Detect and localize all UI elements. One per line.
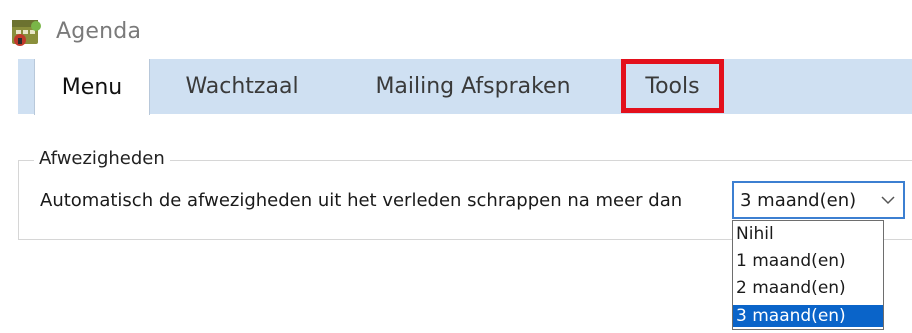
retention-period-select[interactable]: 3 maand(en) [732, 181, 905, 219]
option-2-maand[interactable]: 2 maand(en) [733, 277, 883, 299]
option-3-maand[interactable]: 3 maand(en) [733, 305, 883, 327]
tab-tools[interactable]: Tools [621, 59, 724, 113]
tab-strip: Menu Wachtzaal Mailing Afspraken Tools [18, 59, 912, 115]
chevron-down-icon [881, 196, 895, 205]
option-1-maand[interactable]: 1 maand(en) [733, 250, 883, 272]
retention-period-value: 3 maand(en) [740, 189, 857, 211]
auto-delete-absences-label: Automatisch de afwezigheden uit het verl… [40, 190, 683, 211]
title-bar: Agenda [0, 0, 912, 58]
retention-period-dropdown: Nihil 1 maand(en) 2 maand(en) 3 maand(en… [732, 220, 884, 330]
tab-menu[interactable]: Menu [34, 59, 150, 115]
tab-mailing-afspraken[interactable]: Mailing Afspraken [348, 59, 598, 114]
tab-wachtzaal[interactable]: Wachtzaal [168, 59, 316, 114]
agenda-app-icon [12, 20, 41, 46]
option-nihil[interactable]: Nihil [733, 223, 883, 245]
absences-group-title: Afwezigheden [34, 148, 170, 169]
window-title: Agenda [56, 19, 142, 44]
